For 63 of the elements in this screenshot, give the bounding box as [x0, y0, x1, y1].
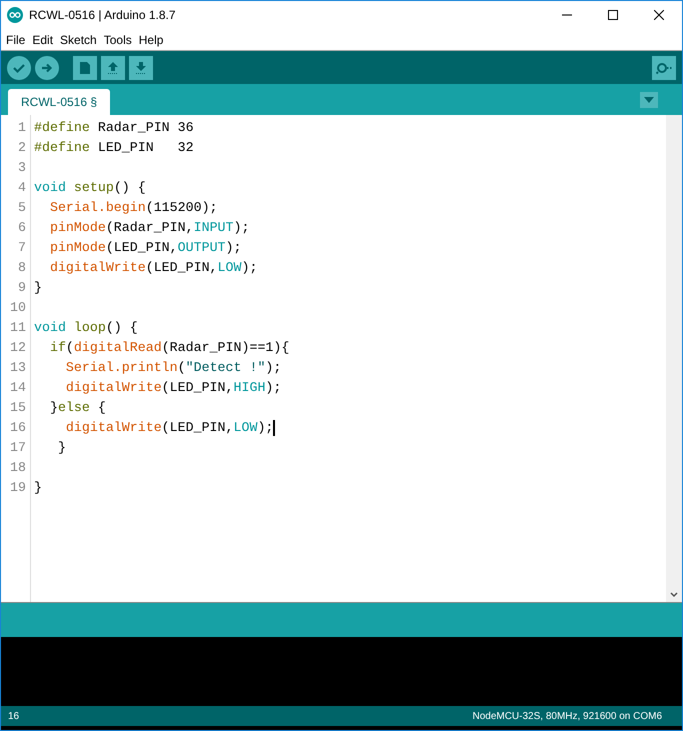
serial-monitor-button[interactable] — [652, 56, 676, 80]
line-number: 1 — [18, 119, 26, 138]
code-line: Serial.begin(115200); — [48, 199, 218, 218]
line-number: 9 — [18, 279, 26, 298]
line-number: 8 — [18, 259, 26, 278]
vertical-scrollbar[interactable] — [666, 115, 682, 602]
new-button[interactable] — [73, 56, 97, 80]
code-line: digitalWrite(LED_PIN,LOW); — [48, 259, 258, 278]
line-number: 13 — [10, 359, 26, 378]
code-line: } — [34, 479, 42, 498]
menu-item[interactable]: Edit — [32, 30, 54, 48]
caret-icon — [644, 97, 654, 103]
down-arrow-icon — [135, 60, 147, 74]
line-number: 14 — [10, 379, 26, 398]
code-line: } — [34, 279, 42, 298]
menu-item[interactable]: Tools — [104, 30, 132, 48]
window-title: RCWL-0516 | Arduino 1.8.7 — [29, 7, 176, 24]
sketch-tab[interactable]: RCWL-0516 § — [8, 89, 110, 115]
line-number: 2 — [18, 139, 26, 158]
line-number: 16 — [10, 419, 26, 438]
code-line: #define Radar_PIN 36 — [34, 119, 194, 138]
line-indicator: 16 — [8, 710, 20, 724]
app-logo-icon — [7, 7, 23, 23]
tab-menu-button[interactable] — [640, 92, 658, 108]
upload-button[interactable] — [35, 56, 59, 80]
line-number: 18 — [10, 459, 26, 478]
down-chevron-icon — [670, 592, 678, 598]
up-arrow-icon — [107, 60, 119, 74]
menu-item[interactable]: Sketch — [60, 30, 97, 48]
menu-item[interactable]: File — [6, 30, 26, 48]
board-info: NodeMCU-32S, 80MHz, 921600 on COM6 — [472, 710, 662, 724]
line-number: 3 — [18, 159, 26, 178]
code-line: pinMode(LED_PIN,OUTPUT); — [48, 239, 242, 258]
line-number: 5 — [18, 199, 26, 218]
line-number: 12 — [10, 339, 26, 358]
code-line: void loop() { — [34, 319, 138, 338]
document-icon — [79, 60, 91, 74]
code-line: }else { — [48, 399, 106, 418]
line-number: 19 — [10, 479, 26, 498]
text-cursor — [273, 420, 276, 436]
save-button[interactable] — [129, 56, 153, 80]
code-line: pinMode(Radar_PIN,INPUT); — [48, 219, 250, 238]
maximize-icon — [608, 10, 618, 20]
code-line: digitalWrite(LED_PIN,LOW); — [64, 419, 274, 438]
code-line: } — [56, 439, 66, 458]
code-line: void setup() { — [34, 179, 146, 198]
code-line: Serial.println("Detect !"); — [64, 359, 282, 378]
line-number: 15 — [10, 399, 26, 418]
line-number: 17 — [10, 439, 26, 458]
line-number: 10 — [10, 299, 26, 318]
menu-item[interactable]: Help — [138, 30, 164, 48]
line-number: 4 — [18, 179, 26, 198]
close-icon — [654, 10, 664, 20]
right-arrow-icon — [41, 62, 53, 74]
code-line: #define LED_PIN 32 — [34, 139, 194, 158]
line-number: 7 — [18, 239, 26, 258]
code-line: digitalWrite(LED_PIN,HIGH); — [64, 379, 282, 398]
code-line: if(digitalRead(Radar_PIN)==1){ — [48, 339, 290, 358]
line-number: 6 — [18, 219, 26, 238]
line-number: 11 — [10, 319, 26, 338]
open-button[interactable] — [101, 56, 125, 80]
magnifier-icon — [656, 60, 672, 74]
verify-button[interactable] — [7, 56, 31, 80]
